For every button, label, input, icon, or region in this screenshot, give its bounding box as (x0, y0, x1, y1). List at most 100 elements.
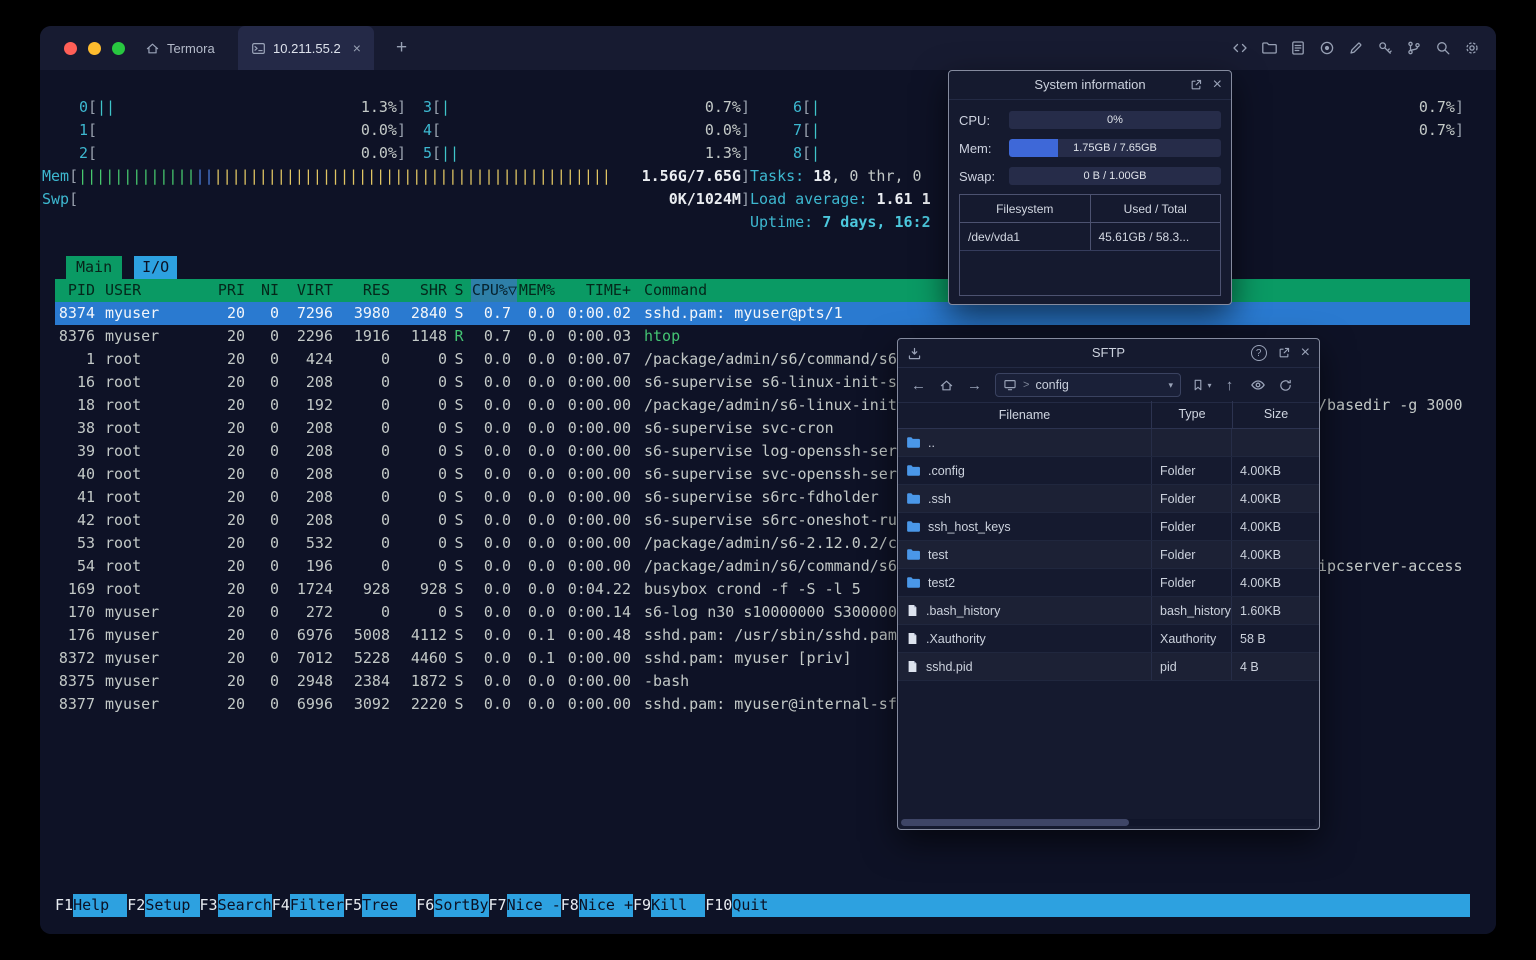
titlebar: Termora 10.211.55.2 × + (40, 26, 1496, 71)
close-window-button[interactable] (64, 41, 77, 55)
filesystem-used-total: 45.61GB / 58.3... (1089, 223, 1221, 250)
cpu-meter-4: 4[0.0%] (422, 121, 750, 139)
mem-value: 1.75GB / 7.65GB (1073, 142, 1157, 154)
path-dropdown[interactable]: > config ▾ (995, 373, 1181, 397)
swap-label: Swap: (959, 168, 996, 184)
sftp-title: SFTP (1091, 345, 1126, 360)
file-row[interactable]: test Folder 4.00KB (898, 541, 1319, 569)
fn-label-f7[interactable]: Nice - (506, 894, 561, 917)
fn-label-f10[interactable]: Quit (732, 894, 787, 917)
mem-row: Mem: 1.75GB / 7.65GB (959, 134, 1221, 162)
code-icon[interactable] (1229, 38, 1250, 59)
sysinfo-title: System information (1034, 77, 1146, 92)
folder-icon (906, 575, 921, 590)
size-column-header[interactable]: Size (1232, 401, 1319, 428)
close-panel-icon[interactable]: × (1213, 77, 1222, 93)
pen-icon[interactable] (1345, 38, 1366, 59)
process-table-header[interactable]: PID USER PRI NI VIRT RES SHR S CPU%▽ MEM% TIME+ Com… (55, 279, 1470, 302)
record-icon[interactable] (1316, 38, 1337, 59)
htop-tab-i-o[interactable]: I/O (134, 256, 178, 279)
fn-label-f3[interactable]: Search (217, 894, 272, 917)
uptime-line: Uptime: 7 days, 16:2 (750, 213, 931, 231)
filesystem-table-header: Filesystem Used / Total (960, 195, 1220, 223)
swap-row: Swap: 0 B / 1.00GB (959, 162, 1221, 190)
fn-key-f9[interactable]: F9 (633, 894, 651, 917)
file-table-header: Filename Type Size (898, 401, 1319, 429)
folder-icon (906, 547, 921, 562)
close-tab-icon[interactable]: × (353, 41, 361, 55)
fn-key-f7[interactable]: F7 (489, 894, 507, 917)
file-row[interactable]: sshd.pid pid 4 B (898, 653, 1319, 681)
new-tab-button[interactable]: + (396, 26, 407, 70)
fn-key-f1[interactable]: F1 (55, 894, 73, 917)
file-row[interactable]: ssh_host_keys Folder 4.00KB (898, 513, 1319, 541)
file-rows: .. .config Folder 4.00KB .ssh Folder 4.00KB ssh… (898, 429, 1319, 681)
home-button[interactable] (934, 373, 959, 397)
type-column-header[interactable]: Type (1151, 401, 1232, 428)
tab-home[interactable]: Termora (145, 26, 215, 70)
fn-label-f6[interactable]: SortBy (434, 894, 489, 917)
file-row[interactable]: .. (898, 429, 1319, 457)
back-button[interactable]: ← (906, 373, 931, 397)
filesystem-table: Filesystem Used / Total /dev/vda1 45.61G… (959, 194, 1221, 296)
folder-icon (906, 463, 921, 478)
log-icon[interactable] (1287, 38, 1308, 59)
key-icon[interactable] (1374, 38, 1395, 59)
fn-key-f10[interactable]: F10 (705, 894, 732, 917)
forward-button[interactable]: → (962, 373, 987, 397)
fn-label-f1[interactable]: Help (73, 894, 128, 917)
fn-key-f2[interactable]: F2 (127, 894, 145, 917)
parent-directory-button[interactable]: ↑ (1217, 373, 1242, 397)
fn-key-f4[interactable]: F4 (272, 894, 290, 917)
refresh-button[interactable] (1273, 373, 1298, 397)
help-icon[interactable]: ? (1250, 345, 1267, 361)
file-row[interactable]: .config Folder 4.00KB (898, 457, 1319, 485)
sftp-toolbar: ← → > config ▾ ▾ ↑ (898, 368, 1319, 403)
memory-meter: Mem[||||||||||||||||||||||||||||||||||||… (42, 167, 750, 185)
horizontal-scrollbar[interactable] (901, 819, 1316, 826)
sftp-titlebar: SFTP ? × (898, 339, 1319, 368)
open-in-window-icon[interactable] (1189, 78, 1203, 92)
fn-label-f5[interactable]: Tree (362, 894, 417, 917)
fn-label-f8[interactable]: Nice + (578, 894, 633, 917)
fn-key-f6[interactable]: F6 (416, 894, 434, 917)
session-tab-label: 10.211.55.2 (273, 40, 341, 56)
fn-key-f5[interactable]: F5 (344, 894, 362, 917)
folder-icon[interactable] (1258, 38, 1279, 59)
show-hidden-button[interactable] (1245, 373, 1270, 397)
file-row[interactable]: .bash_history bash_history 1.60KB (898, 597, 1319, 625)
filename-column-header[interactable]: Filename (898, 408, 1151, 422)
file-table: Filename Type Size .. .config Folder 4.00KB… (898, 401, 1319, 817)
folder-icon (906, 519, 921, 534)
mem-usage-bar: 1.75GB / 7.65GB (1009, 139, 1221, 157)
bookmark-button[interactable]: ▾ (1189, 373, 1214, 397)
cpu-usage-bar: 0% (1009, 111, 1221, 129)
function-key-bar: F1 Help F2 Setup F3 Search F4 Filter F5 Tree F6… (55, 894, 1470, 917)
settings-icon[interactable] (1461, 38, 1482, 59)
open-in-window-icon[interactable] (1277, 346, 1291, 360)
fn-label-f2[interactable]: Setup (145, 894, 200, 917)
scrollbar-thumb[interactable] (901, 819, 1130, 826)
sysinfo-titlebar: System information × (949, 71, 1231, 100)
terminal-icon (251, 41, 266, 56)
tab-session[interactable]: 10.211.55.2 × (238, 26, 374, 70)
filesystem-row[interactable]: /dev/vda1 45.61GB / 58.3... (960, 223, 1220, 251)
downloads-icon[interactable] (907, 339, 922, 367)
fn-key-f8[interactable]: F8 (561, 894, 579, 917)
htop-tab-main[interactable]: Main (66, 256, 123, 279)
process-row[interactable]: 8374 myuser 20 0 7296 3980 2840 S 0.7 0.0 0:00.02 s… (55, 302, 1470, 325)
cpu-value: 0% (1107, 114, 1123, 126)
fn-label-f4[interactable]: Filter (289, 894, 344, 917)
minimize-window-button[interactable] (88, 41, 101, 55)
zoom-window-button[interactable] (112, 41, 125, 55)
fn-label-f9[interactable]: Kill (651, 894, 706, 917)
file-row[interactable]: .ssh Folder 4.00KB (898, 485, 1319, 513)
git-branch-icon[interactable] (1403, 38, 1424, 59)
search-icon[interactable] (1432, 38, 1453, 59)
fn-key-f3[interactable]: F3 (200, 894, 218, 917)
file-row[interactable]: .Xauthority Xauthority 58 B (898, 625, 1319, 653)
file-row[interactable]: test2 Folder 4.00KB (898, 569, 1319, 597)
close-panel-icon[interactable]: × (1301, 345, 1310, 361)
cpu-meter-0: 0[|| 1.3%] (78, 98, 406, 116)
current-path: config (1035, 378, 1069, 392)
